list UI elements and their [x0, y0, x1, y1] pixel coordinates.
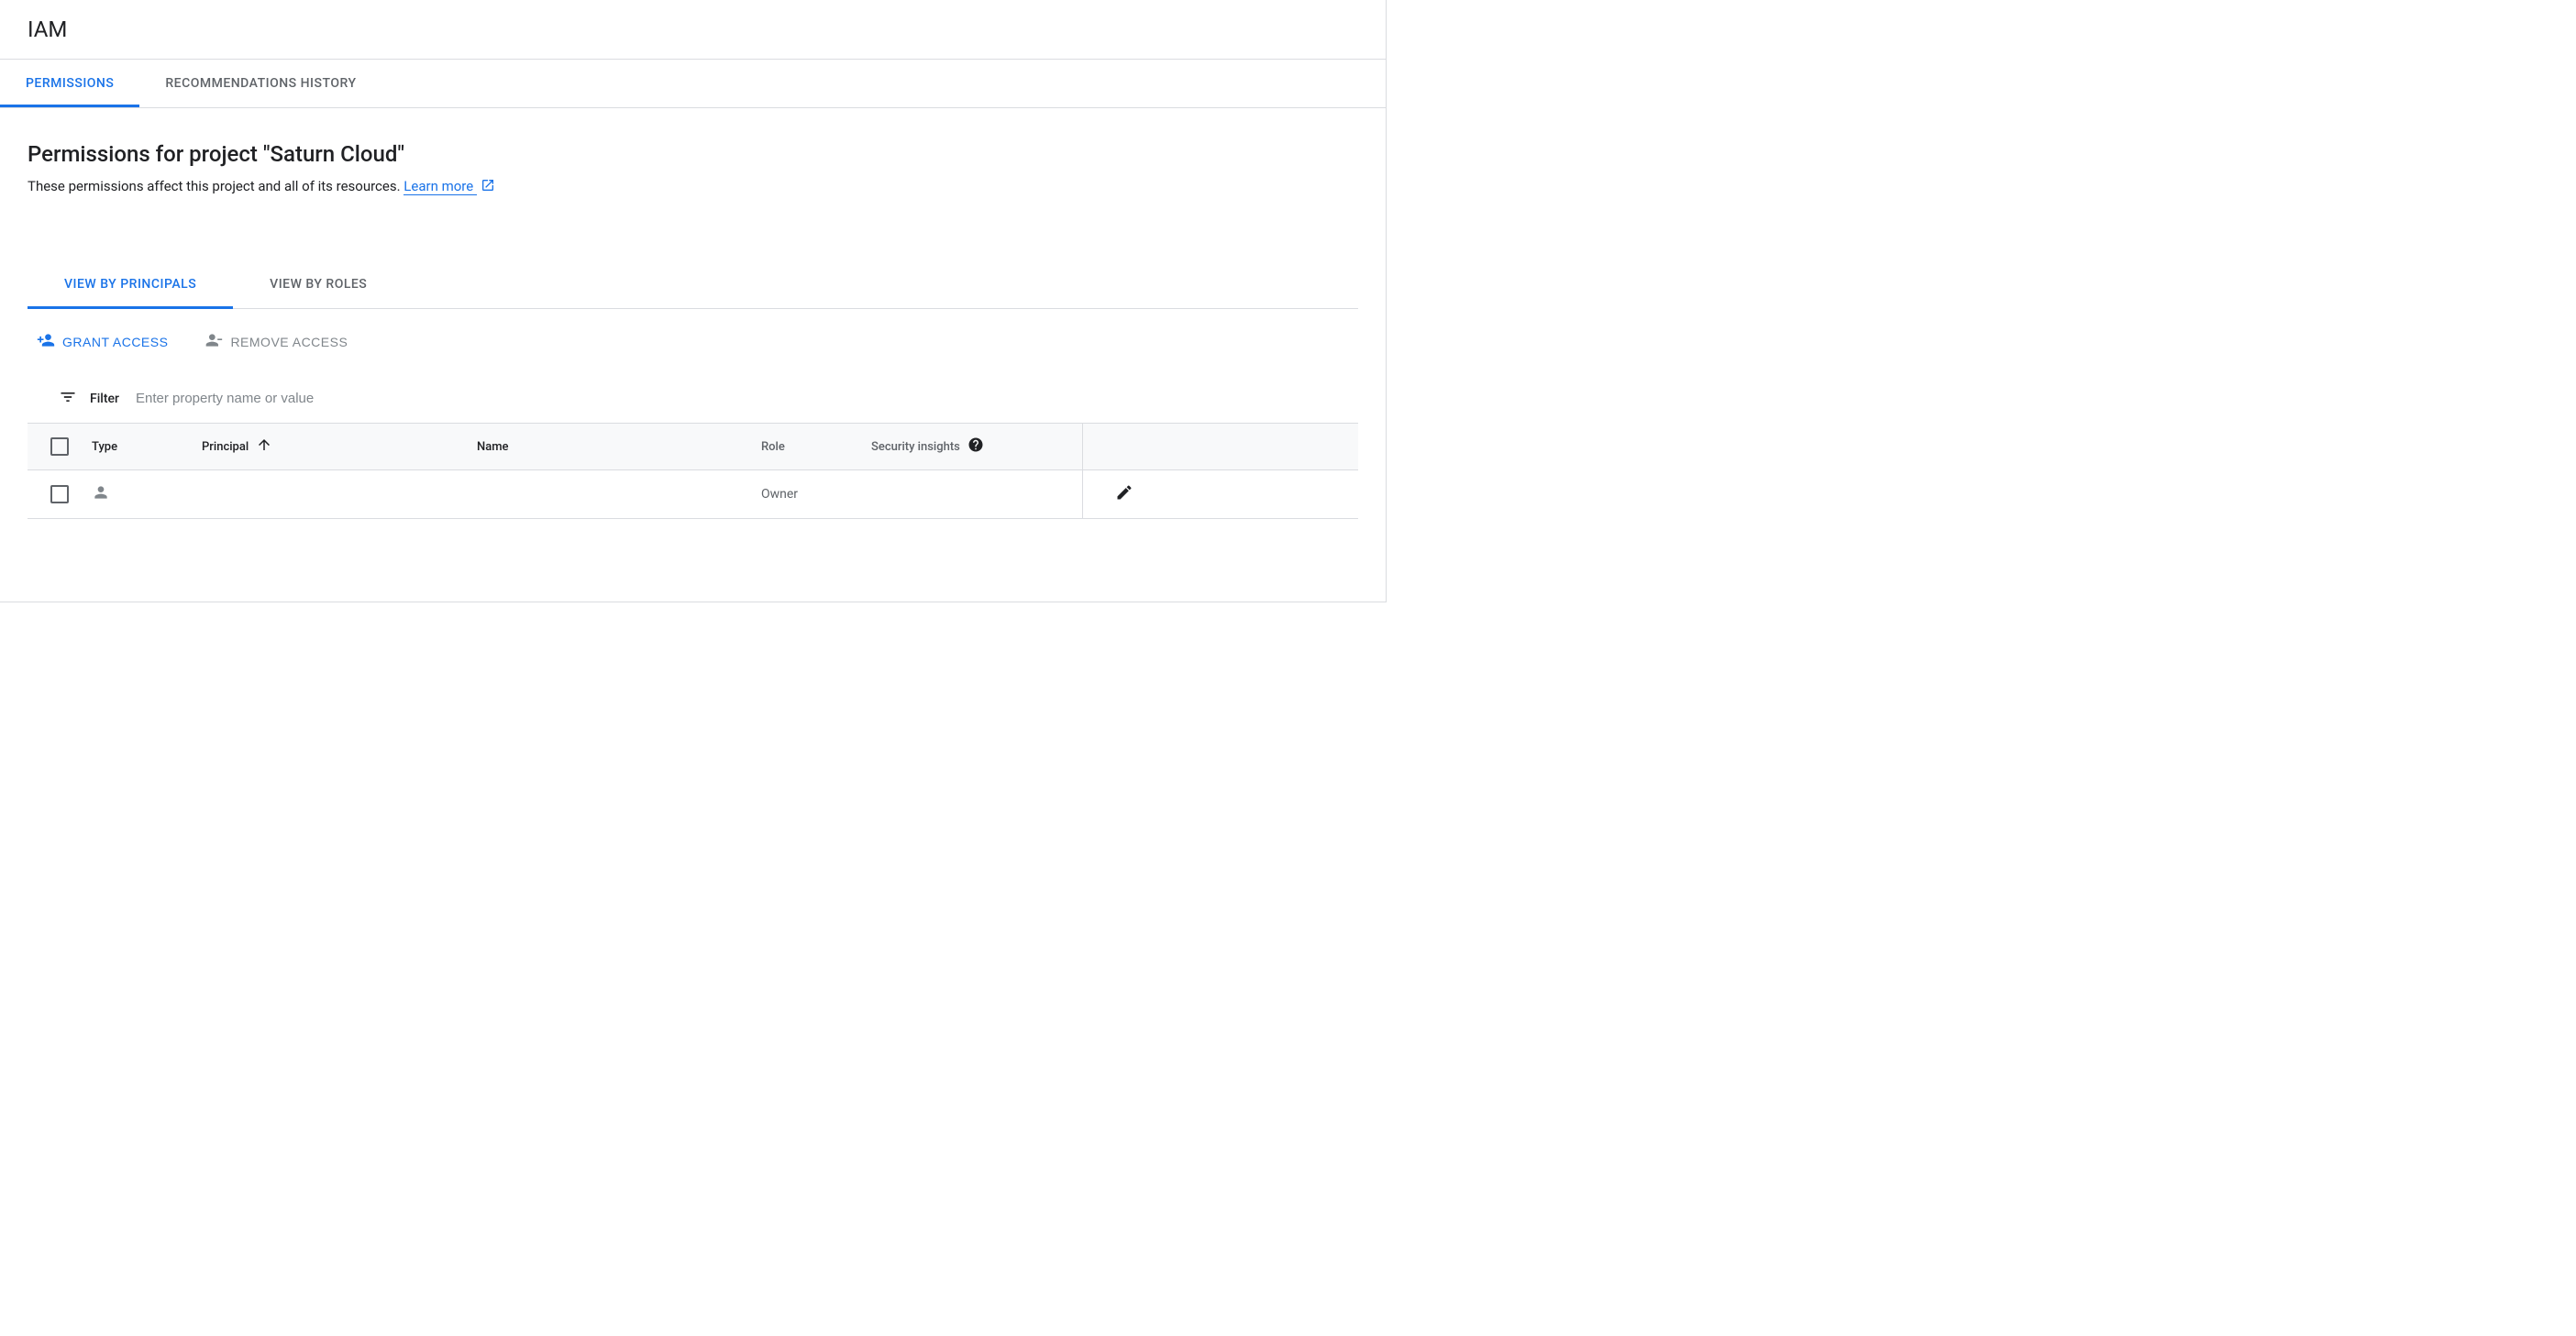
tab-view-by-roles[interactable]: VIEW BY ROLES — [233, 260, 404, 308]
tab-view-by-principals[interactable]: VIEW BY PRINCIPALS — [28, 260, 233, 308]
tab-permissions[interactable]: PERMISSIONS — [0, 60, 139, 107]
person-add-icon — [37, 331, 55, 352]
action-bar: GRANT ACCESS REMOVE ACCESS — [0, 309, 1386, 374]
header-type[interactable]: Type — [92, 440, 202, 454]
row-type-cell — [92, 483, 202, 505]
header-principal[interactable]: Principal — [202, 436, 477, 457]
header-role[interactable]: Role — [761, 440, 871, 454]
top-tabs: PERMISSIONS RECOMMENDATIONS HISTORY — [0, 59, 1386, 108]
learn-more-label: Learn more — [404, 178, 473, 194]
row-role-cell: Owner — [761, 487, 871, 502]
header-name[interactable]: Name — [477, 440, 761, 454]
learn-more-link[interactable]: Learn more — [404, 178, 477, 195]
description-text: These permissions affect this project an… — [28, 178, 401, 194]
filter-bar: Filter — [0, 374, 1386, 423]
header-insights-label: Security insights — [871, 440, 960, 454]
view-tabs: VIEW BY PRINCIPALS VIEW BY ROLES — [28, 260, 1358, 309]
row-checkbox[interactable] — [50, 485, 69, 503]
grant-access-label: GRANT ACCESS — [62, 335, 168, 349]
principals-table: Type Principal Name Role Security insigh… — [28, 423, 1358, 519]
filter-icon — [59, 388, 77, 410]
remove-access-button[interactable]: REMOVE ACCESS — [205, 327, 348, 356]
header-security-insights[interactable]: Security insights — [871, 436, 1082, 457]
section-description: These permissions affect this project an… — [0, 178, 1386, 196]
grant-access-button[interactable]: GRANT ACCESS — [37, 327, 168, 356]
filter-label: Filter — [90, 392, 119, 406]
pencil-icon — [1115, 488, 1133, 505]
remove-access-label: REMOVE ACCESS — [230, 335, 348, 349]
external-link-icon — [481, 178, 495, 196]
section-title: Permissions for project "Saturn Cloud" — [0, 108, 1386, 178]
person-icon — [92, 491, 110, 505]
header-principal-label: Principal — [202, 440, 249, 454]
edit-button[interactable] — [1115, 483, 1133, 505]
tab-recommendations-history[interactable]: RECOMMENDATIONS HISTORY — [139, 60, 381, 107]
filter-input[interactable] — [132, 387, 1358, 410]
page-title: IAM — [0, 0, 1386, 59]
select-all-checkbox[interactable] — [50, 437, 69, 456]
table-header-row: Type Principal Name Role Security insigh… — [28, 423, 1358, 470]
person-remove-icon — [205, 331, 223, 352]
sort-ascending-icon — [256, 436, 272, 457]
help-icon[interactable] — [967, 436, 984, 457]
header-actions — [1082, 424, 1165, 469]
bottom-spacer — [0, 519, 1386, 602]
table-row: Owner — [28, 470, 1358, 519]
